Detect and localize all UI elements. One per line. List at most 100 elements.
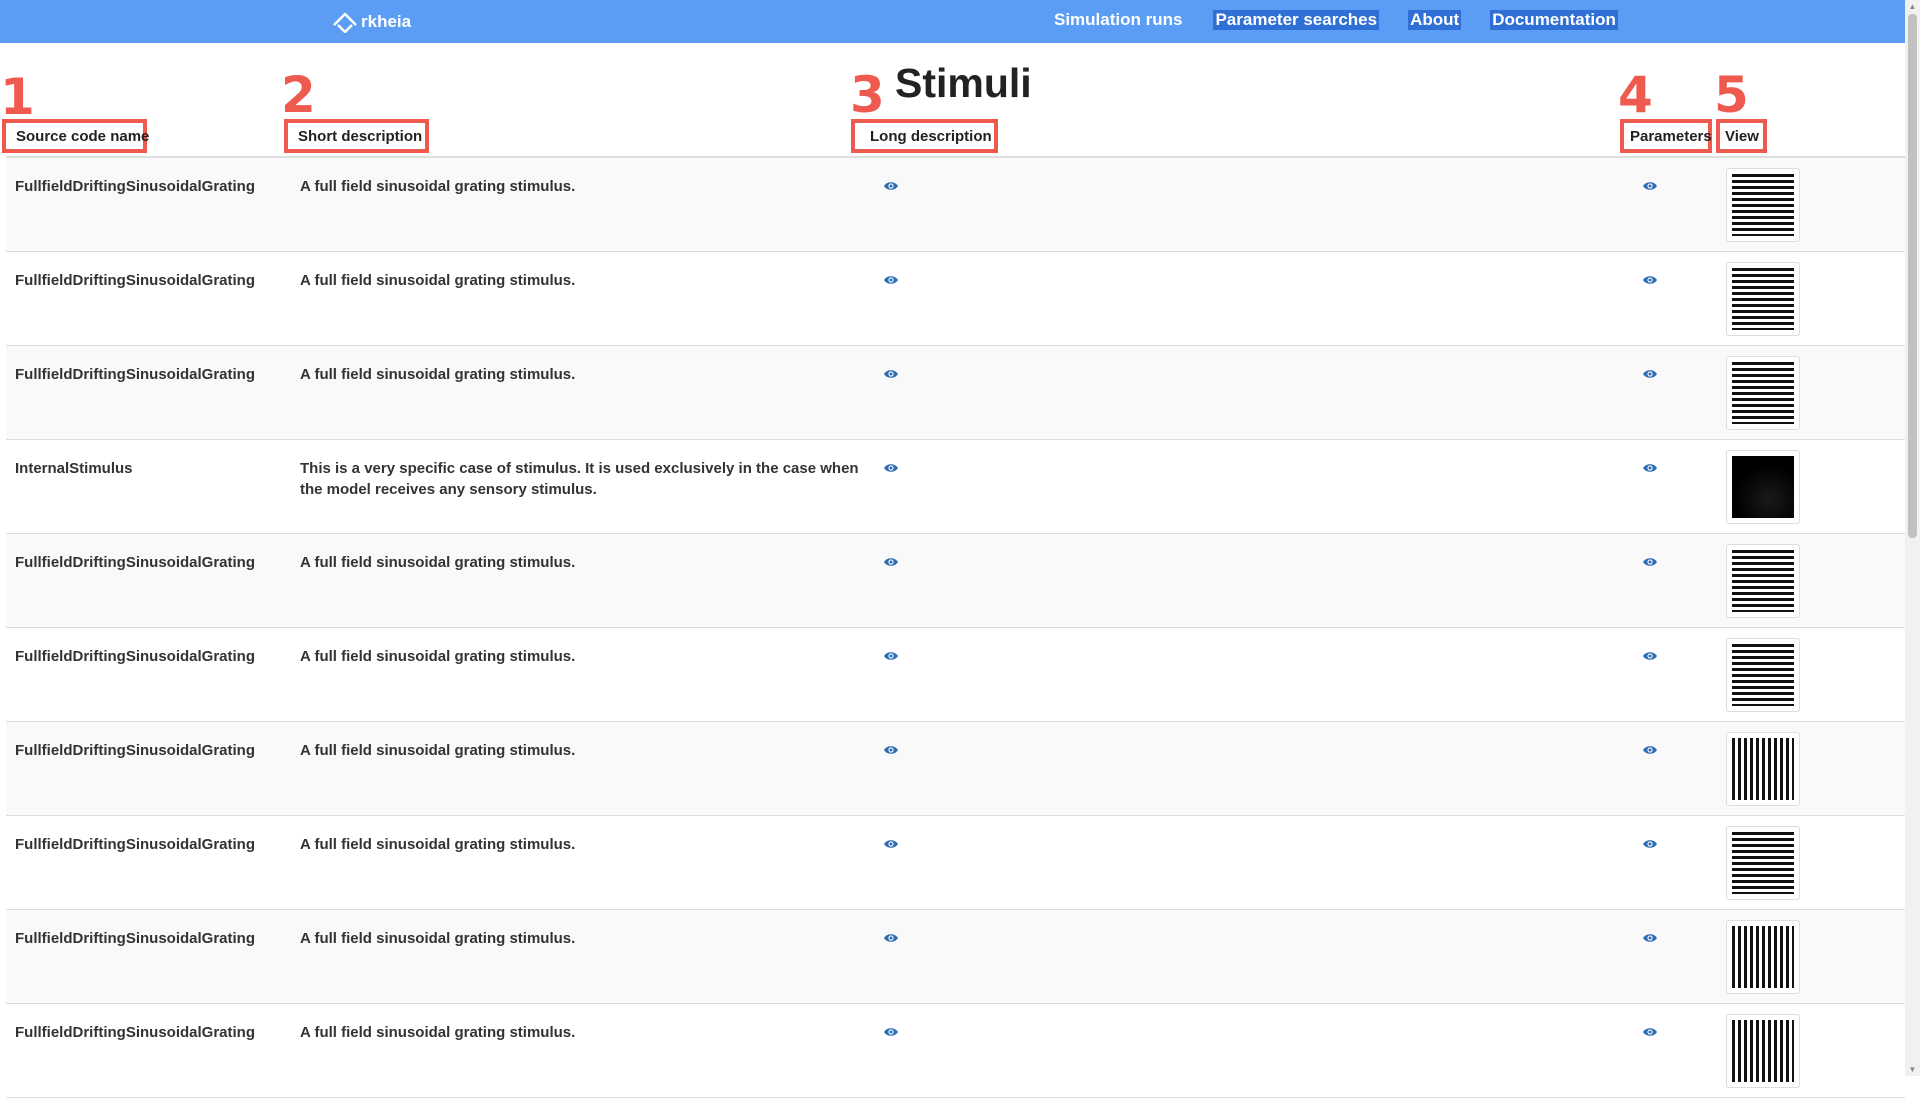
- parameters-eye-icon[interactable]: [1642, 461, 1658, 473]
- stimulus-view-thumbnail[interactable]: [1726, 262, 1800, 336]
- marker-4: 4: [1618, 66, 1653, 124]
- short-description-cell: A full field sinusoidal grating stimulus…: [300, 554, 576, 571]
- stimulus-view-image: [1732, 174, 1794, 236]
- scrollbar-thumb[interactable]: [1908, 14, 1917, 538]
- table-row: FullfieldDriftingSinusoidalGrating A full…: [6, 346, 1905, 440]
- short-description-cell: This is a very specific case of stimulus…: [300, 460, 859, 498]
- source-code-name-cell: FullfieldDriftingSinusoidalGrating: [15, 742, 255, 759]
- source-code-name-cell: FullfieldDriftingSinusoidalGrating: [15, 930, 255, 947]
- stimulus-view-image: [1732, 644, 1794, 706]
- table-row: InternalStimulus This is a very specific …: [6, 440, 1905, 534]
- source-code-name-cell: FullfieldDriftingSinusoidalGrating: [15, 178, 255, 195]
- parameters-eye-icon[interactable]: [1642, 555, 1658, 567]
- long-description-eye-icon[interactable]: [883, 837, 899, 849]
- long-description-eye-icon[interactable]: [883, 461, 899, 473]
- stimulus-view-image: [1732, 1020, 1794, 1082]
- table-row: FullfieldDriftingSinusoidalGrating A full…: [6, 1004, 1905, 1098]
- source-code-name-cell: FullfieldDriftingSinusoidalGrating: [15, 648, 255, 665]
- marker-3: 3: [850, 66, 885, 124]
- stimulus-view-image: [1732, 268, 1794, 330]
- stimulus-view-image: [1732, 738, 1794, 800]
- source-code-name-cell: FullfieldDriftingSinusoidalGrating: [15, 554, 255, 571]
- table-row: FullfieldDriftingSinusoidalGrating A full…: [6, 252, 1905, 346]
- parameters-eye-icon[interactable]: [1642, 1025, 1658, 1037]
- stimulus-view-image: [1732, 926, 1794, 988]
- header-source-code-name[interactable]: Source code name: [2, 119, 150, 153]
- source-code-name-cell: FullfieldDriftingSinusoidalGrating: [15, 1024, 255, 1041]
- header-parameters[interactable]: Parameters: [1620, 119, 1712, 153]
- short-description-cell: A full field sinusoidal grating stimulus…: [300, 178, 576, 195]
- stimulus-view-image: [1732, 456, 1794, 518]
- parameters-eye-icon[interactable]: [1642, 931, 1658, 943]
- long-description-eye-icon[interactable]: [883, 649, 899, 661]
- header-short-description[interactable]: Short description: [284, 119, 429, 153]
- page-title: Stimuli: [895, 60, 1032, 106]
- table-row: FullfieldDriftingSinusoidalGrating A full…: [6, 816, 1905, 910]
- table-row: FullfieldDriftingSinusoidalGrating A full…: [6, 910, 1905, 1004]
- header-view-label: View: [1725, 127, 1759, 145]
- header-view[interactable]: View: [1716, 119, 1767, 153]
- short-description-cell: A full field sinusoidal grating stimulus…: [300, 1024, 576, 1041]
- parameters-eye-icon[interactable]: [1642, 649, 1658, 661]
- scroll-down-arrow-icon[interactable]: ▼: [1908, 1065, 1917, 1074]
- parameters-eye-icon[interactable]: [1642, 743, 1658, 755]
- stimulus-view-thumbnail[interactable]: [1726, 732, 1800, 806]
- nav-about[interactable]: About: [1408, 10, 1462, 30]
- top-navbar: rkheia Simulation runs Parameter searche…: [0, 0, 1905, 43]
- table-row: FullfieldDriftingSinusoidalGrating A full…: [6, 722, 1905, 816]
- long-description-eye-icon[interactable]: [883, 273, 899, 285]
- long-description-eye-icon[interactable]: [883, 931, 899, 943]
- parameters-eye-icon[interactable]: [1642, 273, 1658, 285]
- stimulus-view-thumbnail[interactable]: [1726, 450, 1800, 524]
- stimulus-view-thumbnail[interactable]: [1726, 826, 1800, 900]
- marker-5: 5: [1714, 66, 1749, 124]
- source-code-name-cell: FullfieldDriftingSinusoidalGrating: [15, 272, 255, 289]
- stimuli-table: FullfieldDriftingSinusoidalGrating A full…: [6, 156, 1905, 1098]
- header-source-code-name-label: Source code name: [16, 127, 150, 145]
- vertical-scrollbar[interactable]: ▲ ▼: [1905, 0, 1920, 1076]
- stimulus-view-thumbnail[interactable]: [1726, 638, 1800, 712]
- header-long-description-label: Long description: [870, 127, 992, 145]
- logo-text: rkheia: [361, 12, 412, 31]
- long-description-eye-icon[interactable]: [883, 1025, 899, 1037]
- short-description-cell: A full field sinusoidal grating stimulus…: [300, 648, 576, 665]
- stimulus-view-image: [1732, 550, 1794, 612]
- stimulus-view-thumbnail[interactable]: [1726, 1014, 1800, 1088]
- nav-documentation[interactable]: Documentation: [1490, 10, 1618, 30]
- nav-parameter-searches[interactable]: Parameter searches: [1213, 10, 1380, 30]
- short-description-cell: A full field sinusoidal grating stimulus…: [300, 272, 576, 289]
- arkheia-logo[interactable]: rkheia: [332, 10, 411, 34]
- table-row: FullfieldDriftingSinusoidalGrating A full…: [6, 158, 1905, 252]
- marker-2: 2: [281, 66, 316, 124]
- nav-simulation-runs[interactable]: Simulation runs: [1052, 10, 1184, 30]
- short-description-cell: A full field sinusoidal grating stimulus…: [300, 742, 576, 759]
- long-description-eye-icon[interactable]: [883, 555, 899, 567]
- parameters-eye-icon[interactable]: [1642, 179, 1658, 191]
- table-row: FullfieldDriftingSinusoidalGrating A full…: [6, 534, 1905, 628]
- parameters-eye-icon[interactable]: [1642, 367, 1658, 379]
- stimulus-view-thumbnail[interactable]: [1726, 544, 1800, 618]
- scroll-up-arrow-icon[interactable]: ▲: [1908, 2, 1917, 11]
- source-code-name-cell: FullfieldDriftingSinusoidalGrating: [15, 366, 255, 383]
- long-description-eye-icon[interactable]: [883, 179, 899, 191]
- header-parameters-label: Parameters: [1630, 127, 1712, 145]
- stimulus-view-thumbnail[interactable]: [1726, 920, 1800, 994]
- header-long-description[interactable]: Long description: [851, 119, 998, 153]
- header-short-description-label: Short description: [298, 127, 423, 145]
- source-code-name-cell: FullfieldDriftingSinusoidalGrating: [15, 836, 255, 853]
- marker-1: 1: [0, 68, 35, 126]
- logo-diamond-icon: [333, 12, 357, 33]
- stimulus-view-thumbnail[interactable]: [1726, 356, 1800, 430]
- long-description-eye-icon[interactable]: [883, 367, 899, 379]
- long-description-eye-icon[interactable]: [883, 743, 899, 755]
- parameters-eye-icon[interactable]: [1642, 837, 1658, 849]
- stimulus-view-image: [1732, 832, 1794, 894]
- short-description-cell: A full field sinusoidal grating stimulus…: [300, 930, 576, 947]
- short-description-cell: A full field sinusoidal grating stimulus…: [300, 366, 576, 383]
- nav-links: Simulation runs Parameter searches About…: [1052, 10, 1618, 30]
- table-row: FullfieldDriftingSinusoidalGrating A full…: [6, 628, 1905, 722]
- short-description-cell: A full field sinusoidal grating stimulus…: [300, 836, 576, 853]
- stimulus-view-image: [1732, 362, 1794, 424]
- source-code-name-cell: InternalStimulus: [15, 460, 133, 477]
- stimulus-view-thumbnail[interactable]: [1726, 168, 1800, 242]
